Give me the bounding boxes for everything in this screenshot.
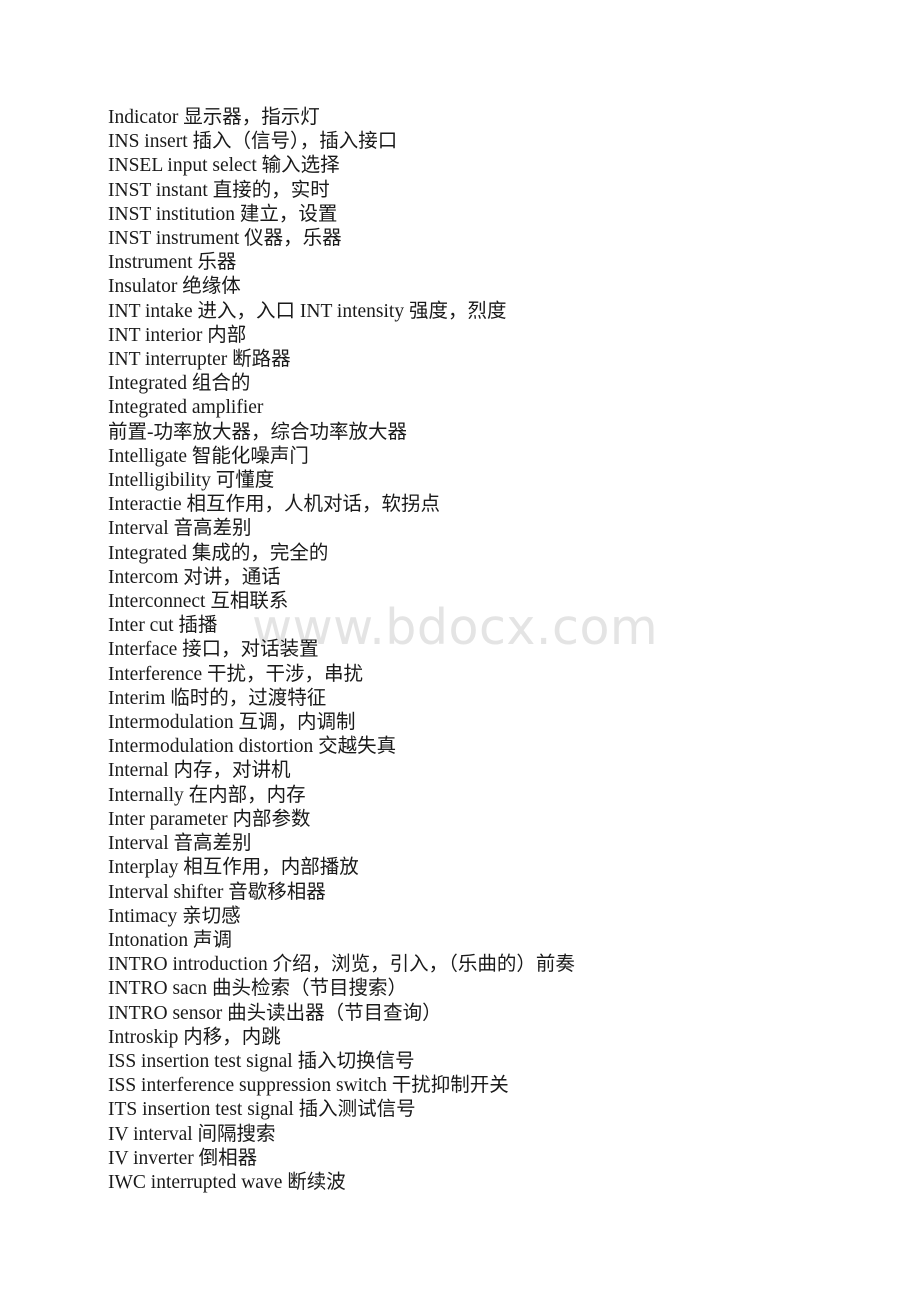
glossary-line: Insulator 绝缘体 [108, 276, 241, 298]
glossary-line: IWC interrupted wave 断续波 [108, 1171, 346, 1193]
glossary-line: INST instrument 仪器，乐器 [108, 228, 342, 250]
glossary-line: Integrated amplifier [108, 397, 264, 419]
glossary-line: Intermodulation distortion 交越失真 [108, 736, 397, 758]
glossary-line: IV interval 间隔搜索 [108, 1123, 276, 1145]
glossary-line: INT interrupter 断路器 [108, 349, 291, 371]
document-page: www.bdocx.com Indicator 显示器，指示灯 INS inse… [0, 0, 920, 1302]
glossary-line: ISS interference suppression switch 干扰抑制… [108, 1075, 509, 1097]
glossary-line: Internal 内存，对讲机 [108, 760, 291, 782]
glossary-text-block: Indicator 显示器，指示灯 INS insert 插入（信号），插入接口… [108, 106, 868, 1195]
glossary-line: INTRO sensor 曲头读出器（节目查询） [108, 1002, 442, 1024]
glossary-line: INSEL input select 输入选择 [108, 155, 340, 177]
glossary-line: Interactie 相互作用，人机对话，软拐点 [108, 494, 440, 516]
glossary-line: INT interior 内部 [108, 324, 247, 346]
glossary-line: Interval 音高差别 [108, 518, 252, 540]
glossary-line: Interference 干扰，干涉，串扰 [108, 663, 364, 685]
glossary-line: Intonation 声调 [108, 929, 233, 951]
glossary-line: 前置-功率放大器，综合功率放大器 [108, 421, 407, 443]
glossary-line: Inter parameter 内部参数 [108, 808, 311, 830]
glossary-line: Interconnect 互相联系 [108, 591, 289, 613]
glossary-line: IV inverter 倒相器 [108, 1147, 258, 1169]
glossary-line: INT intake 进入，入口 INT intensity 强度，烈度 [108, 300, 507, 322]
glossary-line: Indicator 显示器，指示灯 [108, 107, 320, 128]
glossary-line: Integrated 组合的 [108, 373, 251, 395]
glossary-line: Interplay 相互作用，内部播放 [108, 857, 359, 879]
glossary-line: ITS insertion test signal 插入测试信号 [108, 1099, 416, 1121]
glossary-line: ISS insertion test signal 插入切换信号 [108, 1050, 415, 1072]
glossary-line: Interval shifter 音歇移相器 [108, 881, 326, 903]
glossary-line: Interface 接口，对话装置 [108, 639, 319, 661]
glossary-line: INST instant 直接的，实时 [108, 179, 330, 201]
glossary-line: INS insert 插入（信号），插入接口 [108, 131, 398, 153]
glossary-line: Intermodulation 互调，内调制 [108, 712, 356, 734]
glossary-line: Intercom 对讲，通话 [108, 566, 281, 588]
glossary-line: Introskip 内移，内跳 [108, 1026, 281, 1048]
glossary-line: Interim 临时的，过渡特征 [108, 687, 327, 709]
glossary-line: Instrument 乐器 [108, 252, 237, 274]
glossary-line: Intelligate 智能化噪声门 [108, 445, 309, 467]
glossary-line: INTRO introduction 介绍，浏览，引入，（乐曲的）前奏 [108, 954, 575, 976]
glossary-line: INTRO sacn 曲头检索（节目搜索） [108, 978, 407, 1000]
glossary-line: INST institution 建立，设置 [108, 203, 338, 225]
glossary-line: Integrated 集成的，完全的 [108, 542, 329, 564]
glossary-line: Intelligibility 可懂度 [108, 470, 275, 492]
glossary-line: Intimacy 亲切感 [108, 905, 241, 927]
glossary-line: Interval 音高差别 [108, 833, 252, 855]
glossary-line: Inter cut 插播 [108, 615, 218, 637]
glossary-line: Internally 在内部，内存 [108, 784, 306, 806]
